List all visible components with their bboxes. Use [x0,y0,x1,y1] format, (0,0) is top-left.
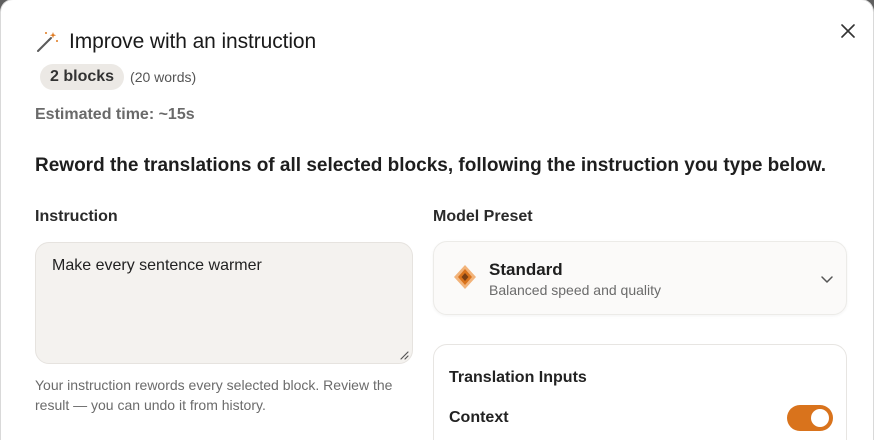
model-preset-select[interactable]: Standard Balanced speed and quality [433,241,847,315]
blocks-count-badge: 2 blocks [40,64,125,90]
word-count: (20 words) [130,69,197,85]
close-icon [841,24,855,38]
context-label: Context [449,409,509,426]
dialog-description: Reword the translations of all selected … [35,155,827,176]
instruction-help-text: Your instruction rewords every selected … [35,377,393,413]
instruction-textarea[interactable]: Make every sentence warmer [35,242,413,364]
close-button[interactable] [837,20,859,42]
translation-inputs-title: Translation Inputs [449,369,587,386]
context-toggle[interactable] [787,405,833,431]
toggle-knob [811,409,829,427]
dialog-header: Improve with an instruction [35,30,316,54]
diamond-icon [454,265,476,289]
chevron-down-icon [821,276,833,283]
selection-meta: 2 blocks (20 words) [40,64,196,90]
instruction-label: Instruction [35,208,118,225]
model-preset-label: Model Preset [433,208,533,225]
translation-inputs-card: Translation Inputs Context [433,344,847,440]
estimated-time: Estimated time: ~15s [35,106,195,123]
improve-dialog: Improve with an instruction 2 blocks (20… [1,0,873,440]
resize-handle-icon[interactable] [399,350,409,360]
dialog-title: Improve with an instruction [69,30,317,53]
magic-wand-icon [37,32,58,52]
preset-name: Standard [489,260,563,279]
preset-description: Balanced speed and quality [489,282,662,298]
